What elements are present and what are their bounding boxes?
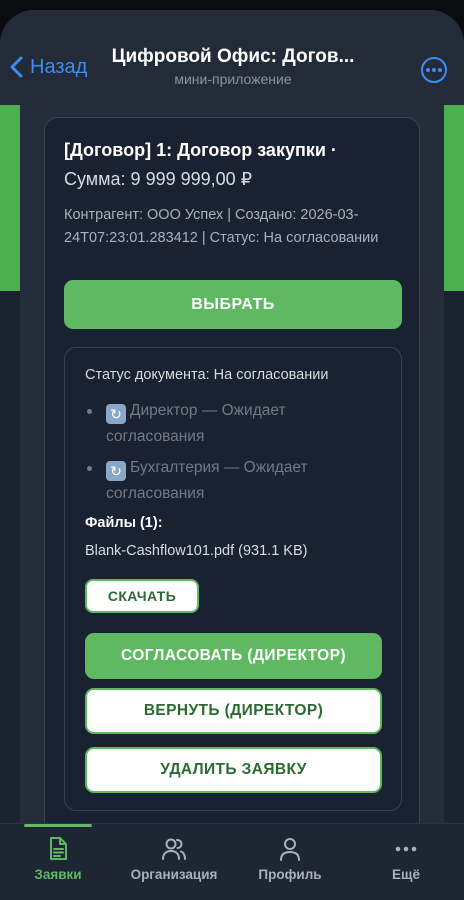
title-block: Цифровой Офис: Догов... мини-приложение xyxy=(98,46,368,87)
approval-text: Директор — Ожидает согласования xyxy=(106,402,286,445)
contract-meta: Контрагент: ООО Успех | Создано: 2026-03… xyxy=(64,207,379,246)
accent-stripe-right xyxy=(444,105,464,291)
tab-bar: Заявки Организация Профиль Ещё xyxy=(0,823,464,900)
approval-text: Бухгалтерия — Ожидает согласования xyxy=(106,459,308,502)
document-status: Статус документа: На согласовании xyxy=(85,367,329,383)
dot-icon xyxy=(438,68,442,72)
user-icon xyxy=(280,838,300,861)
contract-sum: Сумма: 9 999 999,00 ₽ xyxy=(64,169,253,189)
active-tab-indicator xyxy=(24,824,92,827)
tab-organization[interactable]: Организация xyxy=(116,836,232,882)
dot-icon xyxy=(426,68,430,72)
header: Назад Цифровой Офис: Догов... мини-прило… xyxy=(0,10,464,105)
more-icon xyxy=(395,846,417,852)
content-panel: [Договор] 1: Договор закупки · Сумма: 9 … xyxy=(20,105,444,837)
refresh-icon: ↻ xyxy=(106,404,126,424)
contract-card: [Договор] 1: Договор закупки · Сумма: 9 … xyxy=(44,117,420,837)
back-label: Назад xyxy=(30,55,88,78)
approval-item: ↻ Бухгалтерия — Ожидает согласования xyxy=(87,455,387,507)
chevron-left-icon xyxy=(10,56,23,78)
return-button[interactable]: ВЕРНУТЬ (ДИРЕКТОР) xyxy=(85,688,382,734)
bullet xyxy=(87,466,92,471)
select-button[interactable]: ВЫБРАТЬ xyxy=(64,280,402,329)
files-title: Файлы (1): xyxy=(85,515,163,531)
tab-label: Ещё xyxy=(392,867,420,882)
file-name: Blank-Cashflow101.pdf (931.1 KB) xyxy=(85,543,308,559)
refresh-icon: ↻ xyxy=(106,461,126,481)
tab-label: Заявки xyxy=(34,867,82,882)
back-button[interactable]: Назад xyxy=(8,52,87,82)
approval-item: ↻ Директор — Ожидает согласования xyxy=(87,398,387,450)
page-title: Цифровой Офис: Догов... xyxy=(111,46,355,67)
dot-icon xyxy=(432,68,436,72)
tab-label: Профиль xyxy=(258,867,322,882)
mini-app-sheet: Назад Цифровой Офис: Догов... мини-прило… xyxy=(0,10,464,900)
tab-requests[interactable]: Заявки xyxy=(0,836,116,882)
main-content: [Договор] 1: Договор закупки · Сумма: 9 … xyxy=(0,105,464,837)
document-icon xyxy=(50,837,67,860)
approval-list: ↻ Директор — Ожидает согласования ↻ Бухгал… xyxy=(87,398,387,512)
download-button[interactable]: СКАЧАТЬ xyxy=(85,579,199,613)
approve-button[interactable]: СОГЛАСОВАТЬ (ДИРЕКТОР) xyxy=(85,633,382,679)
page-subtitle: мини-приложение xyxy=(174,71,292,87)
bullet xyxy=(87,409,92,414)
tab-more[interactable]: Ещё xyxy=(348,836,464,882)
delete-request-button[interactable]: УДАЛИТЬ ЗАЯВКУ xyxy=(85,747,382,793)
app-screen: Назад Цифровой Офис: Догов... мини-прило… xyxy=(0,0,464,900)
document-details: Статус документа: На согласовании ↻ Дирек… xyxy=(64,347,402,811)
tab-label: Организация xyxy=(130,867,218,882)
contract-title: [Договор] 1: Договор закупки · xyxy=(64,140,337,160)
tab-profile[interactable]: Профиль xyxy=(232,836,348,882)
more-options-button[interactable] xyxy=(421,57,447,83)
accent-stripe-left xyxy=(0,105,20,291)
users-icon xyxy=(162,838,186,860)
